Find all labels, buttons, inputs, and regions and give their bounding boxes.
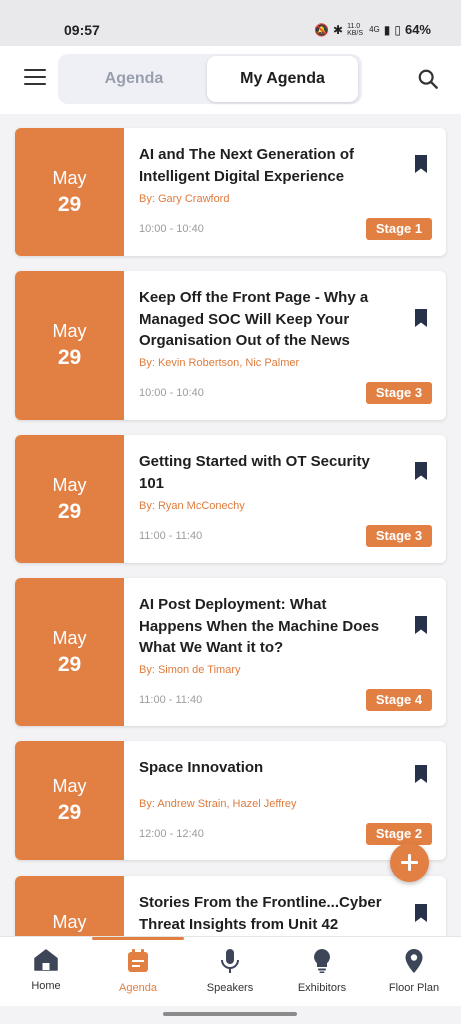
- date-month: May: [52, 474, 87, 495]
- bookmark-icon[interactable]: [414, 765, 428, 783]
- tab-agenda[interactable]: Agenda: [62, 56, 206, 102]
- tab-my-agenda[interactable]: My Agenda: [207, 56, 358, 102]
- date-block: May 29: [15, 741, 124, 860]
- session-title: Keep Off the Front Page - Why a Managed …: [139, 289, 369, 349]
- status-time: 09:57: [64, 22, 100, 38]
- menu-icon[interactable]: [24, 69, 46, 89]
- nav-label: Agenda: [119, 982, 157, 994]
- nav-floor-plan[interactable]: Floor Plan: [368, 937, 460, 1007]
- nav-speakers[interactable]: Speakers: [184, 937, 276, 1007]
- date-block: May 29: [15, 876, 124, 936]
- session-list: May 29 AI and The Next Generation of Int…: [0, 114, 461, 936]
- session-time: 10:00 - 10:40: [139, 387, 204, 399]
- lightbulb-icon: [314, 949, 330, 973]
- session-time: 11:00 - 11:40: [139, 694, 203, 706]
- session-speakers: By: Kevin Robertson, Nic Palmer: [139, 357, 300, 369]
- calendar-icon: [128, 949, 148, 972]
- session-title: AI and The Next Generation of Intelligen…: [139, 146, 355, 185]
- card-body: AI Post Deployment: What Happens When th…: [139, 578, 434, 726]
- bookmark-icon[interactable]: [414, 155, 428, 173]
- date-block: May 29: [15, 271, 124, 420]
- nav-label: Speakers: [206, 982, 254, 994]
- agenda-toggle: Agenda My Agenda: [58, 54, 362, 104]
- stage-badge: Stage 1: [366, 218, 432, 240]
- date-month: May: [52, 321, 87, 341]
- date-day: 29: [57, 346, 82, 369]
- bookmark-icon[interactable]: [414, 616, 428, 634]
- date-day: 29: [57, 192, 82, 216]
- card-body: Stories From the Frontline...Cyber Threa…: [139, 876, 434, 936]
- session-title: Space Innovation: [139, 759, 264, 776]
- bluetooth-icon: ✱: [333, 22, 344, 37]
- session-title: Stories From the Frontline...Cyber Threa…: [139, 894, 382, 933]
- bookmark-icon[interactable]: [414, 309, 428, 327]
- battery-icon: ▯: [394, 22, 401, 37]
- card-body: Keep Off the Front Page - Why a Managed …: [139, 271, 434, 420]
- microphone-icon: [221, 949, 239, 973]
- stage-badge: Stage 3: [366, 382, 432, 404]
- nav-home[interactable]: Home: [0, 937, 92, 1007]
- system-gesture-bar: [0, 1006, 461, 1024]
- date-month: May: [52, 627, 87, 648]
- date-month: May: [52, 167, 87, 188]
- status-bar: 09:57 🔕 ✱ 11.0 KB/S 4G ▮ ▯ 64%: [0, 0, 461, 46]
- add-fab-button[interactable]: [390, 843, 429, 882]
- mute-icon: 🔕: [314, 22, 330, 37]
- card-body: Getting Started with OT Security 101 By:…: [139, 435, 434, 563]
- bookmark-icon[interactable]: [414, 904, 428, 922]
- nav-label: Home: [31, 980, 61, 992]
- session-speakers: By: Ryan McConechy: [139, 500, 245, 512]
- signal-icon: ▮: [383, 22, 391, 37]
- date-month: May: [52, 776, 87, 796]
- home-icon: [34, 949, 58, 971]
- date-day: 29: [57, 652, 82, 676]
- battery-level: 64%: [404, 22, 431, 37]
- session-card[interactable]: May 29 Stories From the Frontline...Cybe…: [15, 876, 446, 936]
- session-speakers: By: Andrew Strain, Hazel Jeffrey: [139, 798, 297, 810]
- search-icon[interactable]: [417, 68, 439, 90]
- session-card[interactable]: May 29 Getting Started with OT Security …: [15, 435, 446, 563]
- stage-badge: Stage 3: [366, 525, 432, 547]
- card-body: Space Innovation By: Andrew Strain, Haze…: [139, 741, 434, 860]
- session-time: 12:00 - 12:40: [139, 828, 204, 840]
- session-card[interactable]: May 29 AI Post Deployment: What Happens …: [15, 578, 446, 726]
- net-speed: 11.0 KB/S: [347, 22, 364, 37]
- date-block: May 29: [15, 578, 124, 726]
- date-day: 29: [57, 499, 82, 523]
- session-speakers: By: Simon de Timary: [139, 664, 241, 676]
- card-body: AI and The Next Generation of Intelligen…: [139, 128, 434, 256]
- date-block: May 29: [15, 128, 124, 256]
- session-card[interactable]: May 29 AI and The Next Generation of Int…: [15, 128, 446, 256]
- nav-label: Floor Plan: [388, 982, 440, 994]
- date-block: May 29: [15, 435, 124, 563]
- session-title: Getting Started with OT Security 101: [139, 453, 370, 492]
- session-time: 10:00 - 10:40: [139, 223, 204, 235]
- bookmark-icon[interactable]: [414, 462, 428, 480]
- date-day: 29: [57, 801, 82, 824]
- nav-exhibitors[interactable]: Exhibitors: [276, 937, 368, 1007]
- bottom-nav: Home Agenda Speakers Exhibitors Floor Pl…: [0, 936, 461, 1006]
- date-month: May: [52, 912, 87, 932]
- stage-badge: Stage 4: [366, 689, 432, 711]
- session-speakers: By: Gary Crawford: [139, 193, 230, 205]
- nav-agenda[interactable]: Agenda: [92, 937, 184, 1007]
- nav-label: Exhibitors: [297, 982, 347, 994]
- status-icons: 🔕 ✱ 11.0 KB/S 4G ▮ ▯ 64%: [314, 22, 431, 37]
- session-card[interactable]: May 29 Keep Off the Front Page - Why a M…: [15, 271, 446, 420]
- session-title: AI Post Deployment: What Happens When th…: [139, 596, 380, 656]
- stage-badge: Stage 2: [366, 823, 432, 845]
- signal-label: 4G: [369, 25, 380, 34]
- map-pin-icon: [405, 949, 423, 973]
- session-card[interactable]: May 29 Space Innovation By: Andrew Strai…: [15, 741, 446, 860]
- app-header: Agenda My Agenda: [0, 46, 461, 114]
- home-indicator[interactable]: [163, 1012, 297, 1016]
- session-time: 11:00 - 11:40: [139, 530, 203, 542]
